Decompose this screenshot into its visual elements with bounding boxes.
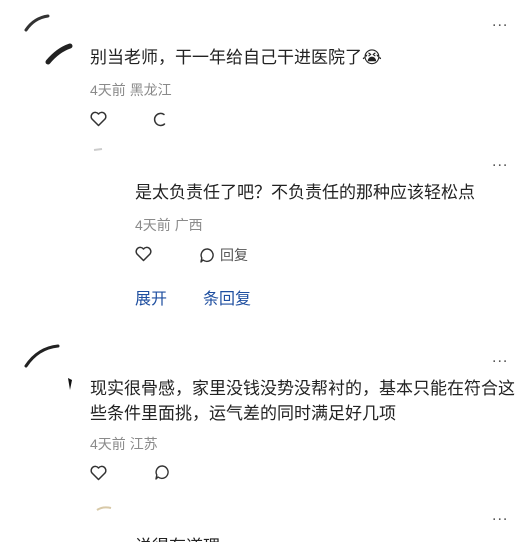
more-button[interactable]: ... xyxy=(492,508,508,524)
more-button[interactable]: ... xyxy=(492,350,508,366)
reply-comment: ... 是太负责任了吧？不负责任的那种应该轻松点 4天前 广西 回复 展开 条回… xyxy=(0,140,527,310)
reply-label: 回复 xyxy=(220,247,248,263)
avatar[interactable] xyxy=(24,340,76,392)
more-button[interactable]: ... xyxy=(492,154,508,170)
comment-text: 现实很骨感，家里没钱没势没帮衬的，基本只能在符合这些条件里面挑，运气差的同时满足… xyxy=(90,379,515,423)
comment-time: 4天前 xyxy=(90,82,126,98)
comment-time: 4天前 xyxy=(135,217,171,233)
heart-icon xyxy=(135,246,152,262)
comment-location: 江苏 xyxy=(129,436,158,452)
comment-1: ... 别当老师，干一年给自己干进医院了😭 4天前 黑龙江 xyxy=(0,0,527,140)
like-button[interactable] xyxy=(90,465,111,481)
comment-text: 是太负责任了吧？不负责任的那种应该轻松点 xyxy=(135,183,475,202)
like-button[interactable] xyxy=(90,111,111,127)
comment-meta: 4天前 黑龙江 xyxy=(90,80,172,100)
crying-face-emoji: 😭 xyxy=(362,48,382,67)
avatar[interactable] xyxy=(90,146,120,176)
reply-button[interactable] xyxy=(154,464,175,481)
comment-bubble-icon xyxy=(199,247,216,264)
comment-meta: 4天前 江苏 xyxy=(90,434,158,454)
heart-icon xyxy=(90,465,107,481)
comment-3: ... 现实很骨感，家里没钱没势没帮衬的，基本只能在符合这些条件里面挑，运气差的… xyxy=(0,330,527,500)
comment-text-body: 别当老师，干一年给自己干进医院了 xyxy=(90,48,362,67)
comment-bubble-icon xyxy=(152,111,169,128)
heart-icon xyxy=(90,111,107,127)
comment-location: 广西 xyxy=(174,217,203,233)
avatar[interactable] xyxy=(24,14,76,66)
more-replies-link[interactable]: 条回复 xyxy=(203,285,251,309)
comment-meta: 4天前 广西 xyxy=(135,215,203,235)
comment-bubble-icon xyxy=(154,464,171,481)
reply-button[interactable]: 回复 xyxy=(199,245,248,265)
like-button[interactable] xyxy=(135,246,156,262)
more-button[interactable]: ... xyxy=(492,14,508,30)
comment-text: 说得有道理 xyxy=(135,534,220,542)
comment-text: 别当老师，干一年给自己干进医院了😭 xyxy=(90,45,382,70)
avatar[interactable] xyxy=(95,504,125,534)
reply-comment: ... 说得有道理 xyxy=(0,500,527,542)
comment-time: 4天前 xyxy=(90,436,126,452)
reply-button[interactable] xyxy=(152,111,173,128)
comment-location: 黑龙江 xyxy=(129,82,172,98)
expand-replies-link[interactable]: 展开 xyxy=(135,285,167,309)
